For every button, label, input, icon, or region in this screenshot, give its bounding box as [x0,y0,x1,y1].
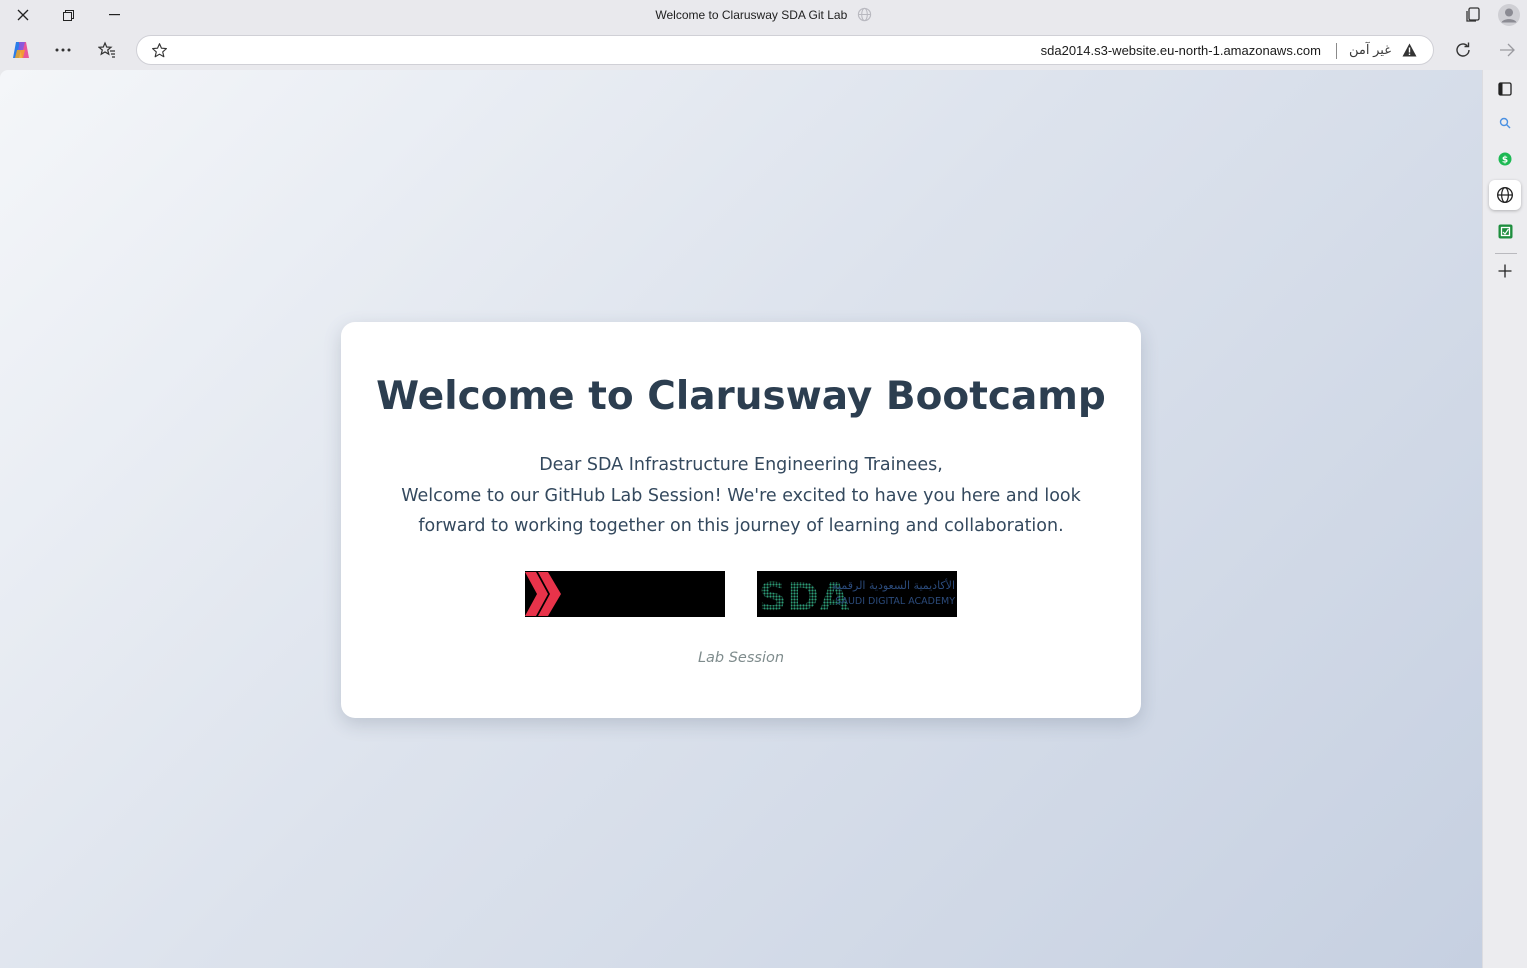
minimize-icon [108,14,120,16]
browser-toolbar: sda2014.s3-website.eu-north-1.amazonaws.… [0,30,1527,70]
favorites-button[interactable] [93,36,121,64]
close-window-button[interactable] [0,0,46,30]
minimize-window-button[interactable] [91,0,137,30]
sidebar-translate-button[interactable] [1489,180,1521,210]
address-bar[interactable]: sda2014.s3-website.eu-north-1.amazonaws.… [136,35,1434,65]
close-icon [17,9,29,21]
refresh-button[interactable] [1449,36,1477,64]
copilot-button[interactable] [7,36,35,64]
address-separator [1336,43,1337,59]
page-viewport: Welcome to Clarusway Bootcamp Dear SDA I… [0,70,1482,968]
logos-row: SDA الأكاديمية السعودية الرقمية SAUDI DI… [525,571,957,619]
globe-icon [857,7,872,25]
globe-icon [1497,187,1513,203]
title-bar: Welcome to Clarusway SDA Git Lab [0,0,1527,30]
warning-icon[interactable] [1402,43,1417,62]
sda-arabic-text: الأكاديمية السعودية الرقمية [832,578,955,592]
welcome-message: Dear SDA Infrastructure Engineering Trai… [381,450,1101,542]
favorites-list-icon [98,41,115,58]
sidebar-add-button[interactable] [1489,256,1521,286]
edge-sidebar: $ [1482,70,1527,968]
page-title: Welcome to Clarusway Bootcamp [376,374,1106,419]
green-app-icon [1498,224,1512,238]
sidebar-app-button[interactable] [1489,216,1521,246]
greeting-text: Dear SDA Infrastructure Engineering Trai… [539,455,943,475]
restore-window-button[interactable] [45,0,91,30]
clarusway-logo [525,571,725,617]
sda-logo: SDA الأكاديمية السعودية الرقمية SAUDI DI… [757,571,957,619]
more-icon [55,48,71,52]
svg-text:$: $ [1502,156,1508,166]
restore-icon [62,9,74,21]
forward-button[interactable] [1493,36,1521,64]
sidebar-divider [1495,253,1517,254]
message-text: Welcome to our GitHub Lab Session! We're… [401,485,1081,537]
sidebar-tab-actions-button[interactable] [1489,74,1521,104]
copilot-icon [13,42,29,58]
more-button[interactable] [49,36,77,64]
lab-session-note: Lab Session [697,650,785,666]
avatar-icon [1497,4,1520,26]
arrow-right-icon [1500,43,1515,57]
sda-english-text: SAUDI DIGITAL ACADEMY [835,596,955,607]
url-text: sda2014.s3-website.eu-north-1.amazonaws.… [1040,43,1321,58]
window-title-wrap: Welcome to Clarusway SDA Git Lab [0,7,1527,25]
dollar-icon: $ [1498,152,1512,166]
not-secure-label[interactable]: غير آمن [1349,42,1391,58]
plus-icon [1498,264,1512,278]
welcome-card: Welcome to Clarusway Bootcamp Dear SDA I… [341,322,1141,718]
profile-button[interactable] [1490,0,1527,30]
sidebar-shopping-button[interactable]: $ [1489,144,1521,174]
search-icon [1499,117,1511,129]
add-favorite-star-icon[interactable] [151,42,168,64]
window-title: Welcome to Clarusway SDA Git Lab [655,8,848,22]
refresh-icon [1456,42,1470,57]
collections-icon [1466,7,1480,22]
sidebar-search-button[interactable] [1489,108,1521,138]
tab-actions-icon [1498,82,1512,96]
